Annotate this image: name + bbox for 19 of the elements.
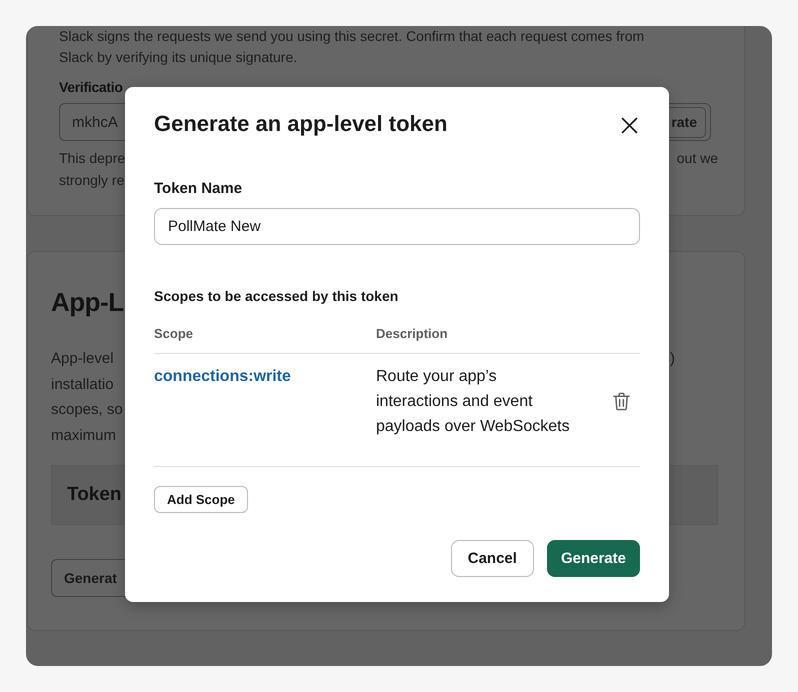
- table-heading: Token: [67, 484, 122, 506]
- note-text: strongly re: [59, 171, 124, 190]
- dialog-title: Generate an app-level token: [154, 110, 448, 138]
- scope-description: Route your app’s interactions and event payloads over WebSockets: [376, 367, 571, 437]
- field-label: Token Name: [154, 179, 242, 199]
- note-text: out we: [676, 149, 718, 168]
- field-label: Verificatio: [59, 78, 123, 97]
- description-text: maximum: [51, 426, 116, 446]
- description-text: scopes, so: [51, 400, 123, 420]
- description-text: App-level: [51, 349, 114, 369]
- column-header: Scope: [154, 325, 194, 343]
- description-text: ): [670, 349, 675, 369]
- section-heading: App-L: [51, 286, 124, 318]
- section-description: Slack signs the requests we send you using this secret. Confirm that each request comes from Slack by verifying its unique signature.: [59, 27, 646, 67]
- description-text: installatio: [51, 374, 114, 394]
- note-text: This depre: [59, 149, 126, 168]
- section-label: Scopes to be accessed by this token: [154, 287, 398, 305]
- column-header: Description: [376, 325, 448, 343]
- token-value: mkhcA: [72, 114, 118, 130]
